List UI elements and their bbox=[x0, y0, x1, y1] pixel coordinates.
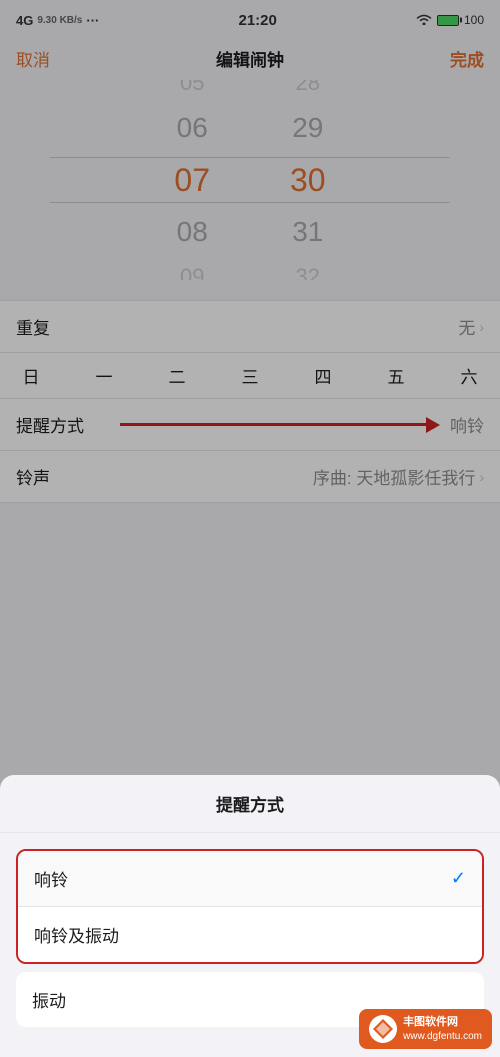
brand-text: 丰图软件网 www.dgfentu.com bbox=[403, 1015, 482, 1042]
modal-overlay: 提醒方式 响铃 ✓ 响铃及振动 振动 bbox=[0, 0, 500, 1057]
option-ring-label: 响铃 bbox=[34, 866, 68, 891]
option-ring-vibrate[interactable]: 响铃及振动 bbox=[18, 906, 482, 962]
option-ring-vibrate-label: 响铃及振动 bbox=[34, 922, 119, 947]
modal-options-list: 响铃 ✓ 响铃及振动 bbox=[16, 849, 484, 964]
option-vibrate-label: 振动 bbox=[32, 987, 66, 1012]
brand-icon bbox=[369, 1015, 397, 1043]
brand-svg bbox=[371, 1017, 395, 1041]
check-icon: ✓ bbox=[451, 868, 466, 889]
brand-logo: 丰图软件网 www.dgfentu.com bbox=[359, 1009, 492, 1049]
option-ring[interactable]: 响铃 ✓ bbox=[18, 851, 482, 906]
brand-area: 丰图软件网 www.dgfentu.com bbox=[359, 1009, 492, 1049]
modal-title: 提醒方式 bbox=[0, 775, 500, 833]
